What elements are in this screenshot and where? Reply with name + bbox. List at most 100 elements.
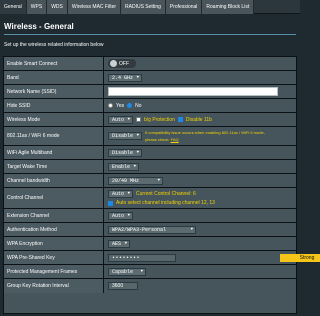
- current-control-channel: Current Control Channel: 6: [136, 191, 196, 197]
- row-label: Protected Management Frames: [4, 265, 104, 278]
- chevron-down-icon: ▼: [127, 192, 131, 196]
- chevron-down-icon: ▼: [157, 178, 160, 183]
- ax-note-check: please check:: [145, 137, 170, 142]
- title-divider: [4, 34, 296, 35]
- extension-channel-select[interactable]: Auto ▼: [108, 211, 134, 220]
- tab-roaming-block-list[interactable]: Roaming Block List: [202, 0, 255, 14]
- row-wireless-mode: Wireless Mode Auto ▼ b/g Protection Disab…: [4, 113, 296, 127]
- row-control-channel: Control Channel Auto ▼ Current Control Ch…: [4, 188, 296, 209]
- row-channel-bandwidth: Channel bandwidth 20/40 MHz ▼: [4, 174, 296, 188]
- group-key-rotation-input[interactable]: 3600: [108, 282, 138, 290]
- chevron-down-icon: ▼: [190, 227, 193, 232]
- select-value: AES: [112, 240, 122, 247]
- row-label: Band: [4, 71, 104, 84]
- row-target-wake-time: Target Wake Time Enable ▼: [4, 160, 296, 174]
- select-value: Disable: [112, 149, 134, 156]
- row-authentication-method: Authentication Method WPA2/WPA3-Personal…: [4, 223, 296, 237]
- tab-wireless-mac-filter[interactable]: Wireless MAC Filter: [67, 0, 122, 14]
- ax-note-line1: If compatibility issue occurs when enabl…: [145, 130, 265, 135]
- row-label: 802.11ax / WiFi 6 mode: [4, 127, 104, 145]
- settings-table: Enable Smart Connect OFF Band 2.4 GHz ▼ N…: [3, 56, 320, 314]
- tab-bar: General WPS WDS Wireless MAC Filter RADI…: [0, 0, 300, 14]
- select-value: Auto: [112, 116, 125, 123]
- select-value: Capable: [112, 268, 134, 275]
- control-channel-select[interactable]: Auto ▼: [108, 190, 134, 198]
- select-value: Disable: [112, 133, 134, 139]
- target-wake-time-select[interactable]: Enable ▼: [108, 162, 140, 171]
- psk-input[interactable]: ••••••••: [108, 253, 176, 262]
- row-label: WiFi Agile Multiband: [4, 146, 104, 159]
- radio-label-yes: Yes: [116, 102, 125, 109]
- hide-ssid-no-radio[interactable]: [127, 103, 133, 108]
- page-title: Wireless - General: [4, 22, 74, 31]
- select-value: 20/40 MHz: [112, 177, 140, 184]
- agile-multiband-select[interactable]: Disable ▼: [108, 148, 143, 157]
- chevron-down-icon: ▼: [124, 241, 128, 246]
- password-strength-badge: Strong: [280, 254, 320, 262]
- tab-wds[interactable]: WDS: [47, 0, 68, 14]
- hide-ssid-yes-radio[interactable]: [108, 103, 113, 108]
- tab-professional[interactable]: Professional: [165, 0, 203, 14]
- row-extension-channel: Extension Channel Auto ▼: [4, 209, 296, 223]
- disable-11b-checkbox[interactable]: [177, 117, 183, 122]
- row-agile-multiband: WiFi Agile Multiband Disable ▼: [4, 146, 296, 160]
- row-label: Group Key Rotation Interval: [4, 279, 104, 293]
- select-value: Auto: [112, 212, 125, 219]
- row-wpa-encryption: WPA Encryption AES ▼: [4, 237, 296, 251]
- bg-protection-checkbox[interactable]: [136, 117, 142, 122]
- row-wpa-psk: WPA Pre-Shared Key •••••••• Strong: [4, 251, 320, 265]
- band-select[interactable]: 2.4 GHz ▼: [108, 73, 143, 82]
- row-label: WPA Encryption: [4, 237, 104, 250]
- row-ssid: Network Name (SSID): [4, 85, 296, 99]
- toggle-knob: [110, 60, 117, 67]
- row-ax-mode: 802.11ax / WiFi 6 mode Disable ▼ If compa…: [4, 127, 296, 146]
- toggle-state: OFF: [119, 60, 129, 67]
- row-label: Channel bandwidth: [4, 174, 104, 187]
- row-band: Band 2.4 GHz ▼: [4, 71, 296, 85]
- row-label: Target Wake Time: [4, 160, 104, 173]
- chevron-down-icon: ▼: [136, 134, 140, 138]
- smart-connect-toggle[interactable]: OFF: [108, 59, 136, 68]
- page-subtitle: Set up the wireless related information …: [4, 42, 104, 48]
- channel-bandwidth-select[interactable]: 20/40 MHz ▼: [108, 176, 163, 185]
- chevron-down-icon: ▼: [140, 269, 143, 274]
- tab-general[interactable]: General: [0, 0, 27, 14]
- row-smart-connect: Enable Smart Connect OFF: [4, 57, 296, 71]
- auto-channel-checkbox[interactable]: [108, 200, 113, 206]
- row-label: Extension Channel: [4, 209, 104, 222]
- select-value: WPA2/WPA3-Personal: [112, 226, 167, 233]
- ax-note-line2: please check: FAQ: [145, 137, 265, 142]
- row-label: Wireless Mode: [4, 113, 104, 126]
- faq-link[interactable]: FAQ: [171, 137, 179, 142]
- wpa-encryption-select[interactable]: AES ▼: [108, 239, 131, 248]
- row-label: WPA Pre-Shared Key: [4, 251, 104, 264]
- chevron-down-icon: ▼: [136, 150, 140, 155]
- ax-mode-select[interactable]: Disable ▼: [108, 132, 143, 140]
- pmf-select[interactable]: Capable ▼: [108, 267, 146, 276]
- row-label: Network Name (SSID): [4, 85, 104, 98]
- row-pmf: Protected Management Frames Capable ▼: [4, 265, 296, 279]
- row-label: Hide SSID: [4, 99, 104, 112]
- chevron-down-icon: ▼: [133, 164, 137, 169]
- select-value: 2.4 GHz: [112, 74, 134, 81]
- ssid-input[interactable]: [108, 87, 278, 96]
- radio-label-no: No: [135, 102, 142, 109]
- row-group-key-rotation: Group Key Rotation Interval 3600: [4, 279, 296, 293]
- bg-protection-label: b/g Protection: [144, 116, 175, 123]
- chevron-down-icon: ▼: [127, 213, 131, 218]
- chevron-down-icon: ▼: [136, 75, 140, 80]
- tab-wps[interactable]: WPS: [26, 0, 48, 14]
- row-label: Control Channel: [4, 188, 104, 208]
- tab-radius-setting[interactable]: RADIUS Setting: [121, 0, 166, 14]
- auto-channel-label: Auto select channel including channel 12…: [116, 200, 215, 206]
- disable-11b-label: Disable 11b: [185, 116, 212, 123]
- row-label: Enable Smart Connect: [4, 57, 104, 70]
- wireless-mode-select[interactable]: Auto ▼: [108, 115, 134, 124]
- ax-note: If compatibility issue occurs when enabl…: [145, 130, 265, 142]
- authentication-method-select[interactable]: WPA2/WPA3-Personal ▼: [108, 225, 196, 234]
- select-value: Enable: [112, 163, 131, 170]
- chevron-down-icon: ▼: [127, 117, 131, 122]
- row-hide-ssid: Hide SSID Yes No: [4, 99, 296, 113]
- row-label: Authentication Method: [4, 223, 104, 236]
- select-value: Auto: [112, 191, 125, 197]
